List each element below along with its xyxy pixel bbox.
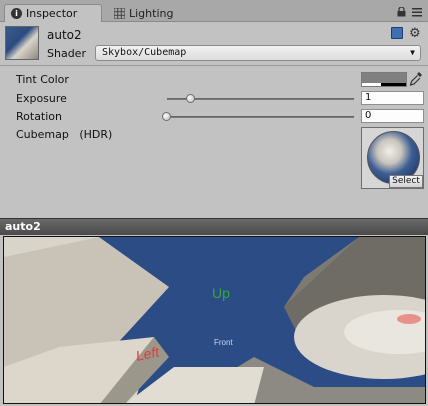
gear-icon[interactable]: ⚙ [409, 27, 423, 41]
skybox-preview: Up Front Left [4, 237, 425, 403]
lock-icon[interactable] [397, 7, 406, 17]
rotation-slider-track[interactable] [167, 116, 354, 118]
tab-lighting[interactable]: Lighting [108, 4, 181, 22]
cubemap-hdr-tag: (HDR) [79, 128, 113, 141]
tab-inspector-label: Inspector [26, 7, 78, 20]
tint-color-field[interactable] [361, 72, 407, 87]
cubemap-label: Cubemap (HDR) [16, 128, 112, 141]
rotation-slider-thumb[interactable] [162, 112, 171, 121]
exposure-field[interactable]: 1 [361, 91, 424, 105]
tint-color-label: Tint Color [16, 73, 69, 86]
exposure-slider-thumb[interactable] [186, 94, 196, 103]
rotation-field[interactable]: 0 [361, 109, 424, 123]
shader-label: Shader [47, 47, 86, 60]
cubemap-label-text: Cubemap [16, 128, 69, 141]
material-name: auto2 [47, 28, 82, 42]
grid-icon [114, 7, 125, 19]
menu-icon[interactable] [412, 7, 422, 17]
shader-dropdown[interactable]: Skybox/Cubemap ▼ [95, 45, 421, 61]
eyedropper-icon[interactable] [409, 71, 423, 87]
preview-viewport[interactable]: Up Front Left [3, 236, 426, 404]
preview-header[interactable]: auto2 [0, 218, 428, 235]
cubemap-slot[interactable]: Select [361, 127, 424, 189]
alpha-fill [362, 83, 382, 86]
rotation-label: Rotation [16, 110, 63, 123]
material-header: auto2 Shader Skybox/Cubemap ▼ [0, 22, 428, 66]
tab-bar: i Inspector Lighting [0, 0, 428, 22]
preview-title: auto2 [5, 220, 41, 233]
label-up: Up [212, 285, 230, 301]
book-icon[interactable] [391, 27, 403, 39]
tab-lighting-label: Lighting [129, 6, 174, 20]
dropdown-arrow-icon: ▼ [410, 48, 415, 57]
exposure-slider-track[interactable] [167, 98, 354, 100]
label-front: Front [214, 338, 233, 347]
info-icon: i [11, 8, 22, 19]
exposure-label: Exposure [16, 92, 67, 105]
cubemap-select-button[interactable]: Select [389, 175, 423, 188]
material-thumbnail [5, 26, 39, 60]
tab-inspector[interactable]: i Inspector [4, 4, 102, 22]
shader-value: Skybox/Cubemap [102, 47, 187, 58]
